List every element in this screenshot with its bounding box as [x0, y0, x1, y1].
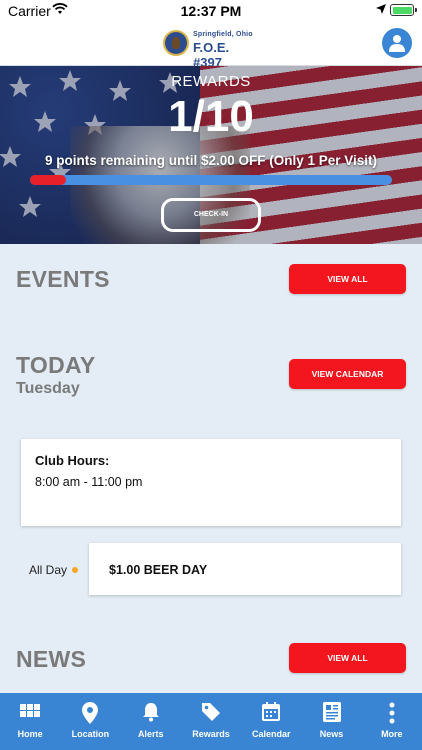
events-view-all-button[interactable]: VIEW ALL [289, 264, 406, 294]
club-hours-card: Club Hours: 8:00 am - 11:00 pm [21, 439, 401, 526]
tab-news-label: News [319, 729, 344, 739]
profile-button[interactable] [382, 28, 412, 58]
tab-alerts[interactable]: Alerts [121, 693, 181, 750]
tag-icon [201, 703, 220, 721]
news-title: NEWS [16, 646, 87, 672]
tab-home[interactable]: Home [0, 693, 60, 750]
app-header: Springfield, Ohio F.O.E. #397 [0, 22, 422, 70]
eagle-emblem-icon [163, 30, 189, 56]
tab-calendar[interactable]: Calendar [241, 693, 301, 750]
tab-more[interactable]: More [362, 693, 422, 750]
tab-location-label: Location [71, 729, 110, 739]
today-title: TODAY [16, 352, 96, 378]
tab-alerts-label: Alerts [137, 729, 164, 739]
status-time: 12:37 PM [180, 3, 242, 19]
tab-calendar-label: Calendar [252, 729, 291, 739]
events-title: EVENTS [16, 266, 110, 292]
check-in-button[interactable]: CHECK-IN [161, 198, 261, 232]
status-bar: Carrier 12:37 PM [0, 0, 422, 22]
rewards-progress-bar [30, 175, 392, 185]
foe-logo: Springfield, Ohio F.O.E. #397 [163, 28, 259, 70]
rewards-label: REWARDS [171, 73, 251, 90]
tab-news[interactable]: News [301, 693, 361, 750]
user-icon [389, 35, 405, 52]
rewards-message: 9 points remaining until $2.00 OFF (Only… [44, 153, 378, 168]
rewards-progress-fill [30, 175, 67, 185]
grid-icon [20, 704, 41, 717]
battery-icon [390, 4, 417, 16]
event-dot [72, 567, 78, 573]
logo-subtitle: Springfield, Ohio [193, 31, 253, 38]
map-pin-icon [82, 702, 99, 724]
tab-rewards[interactable]: Rewards [181, 693, 241, 750]
tab-rewards-label: Rewards [192, 729, 230, 739]
location-arrow-icon [376, 4, 386, 14]
bell-icon [142, 703, 159, 722]
news-view-all-button[interactable]: VIEW ALL [289, 643, 406, 673]
rewards-count: 1/10 [168, 92, 254, 141]
tab-more-label: More [381, 729, 403, 739]
more-dots-icon [389, 702, 395, 724]
bottom-tab-bar: Home Location Alerts Rewards Calendar Ne… [0, 693, 422, 750]
newspaper-icon [322, 702, 341, 722]
tab-home-label: Home [17, 729, 43, 739]
rewards-banner: REWARDS 1/10 9 points remaining until $2… [0, 66, 422, 244]
event-title: $1.00 BEER DAY [109, 563, 208, 577]
club-hours-value: 8:00 am - 11:00 pm [35, 475, 143, 489]
view-calendar-button[interactable]: VIEW CALENDAR [289, 359, 406, 389]
today-day: Tuesday [16, 380, 80, 397]
event-time-label: All Day [29, 563, 68, 577]
tab-location[interactable]: Location [60, 693, 120, 750]
club-hours-title: Club Hours: [35, 453, 110, 468]
calendar-icon [262, 702, 281, 721]
event-card[interactable]: $1.00 BEER DAY [89, 543, 401, 595]
